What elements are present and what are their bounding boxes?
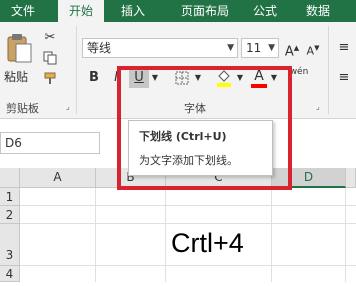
group-divider [76,26,77,114]
ribbon-tab-bar: 文件 开始 插入 页面布局 公式 数据 [0,0,356,22]
clipboard-launcher-icon[interactable]: ⌟ [66,102,70,111]
tab-file[interactable]: 文件 [0,0,46,22]
group-divider [328,26,329,114]
wrap-text-button[interactable]: ≡ [334,38,354,58]
brush-icon [44,72,56,84]
row-header-1[interactable]: 1 [0,188,20,206]
row-gridline [20,205,356,206]
column-gridline [271,188,272,282]
annotation-highlight-box [117,66,292,190]
tab-data[interactable]: 数据 [298,0,338,22]
select-all-corner[interactable] [0,168,20,188]
column-header-a[interactable]: A [20,168,96,188]
row-header-3[interactable]: 3 [0,224,20,266]
column-gridline [345,188,346,282]
clipboard-group-label: 剪贴板 [6,102,39,115]
font-launcher-icon[interactable]: ⌟ [316,102,320,111]
row-gridline [20,265,356,266]
grow-font-button[interactable]: A▲ [284,38,300,59]
row-header-4[interactable]: 4 [0,266,20,282]
chevron-down-icon: ▼ [227,43,234,53]
tab-page-layout[interactable]: 页面布局 [170,0,240,22]
shrink-font-button[interactable]: A▼ [305,38,321,58]
font-size-combo[interactable]: 11 ▼ [241,38,279,58]
copy-icon [43,51,57,65]
column-gridline [165,188,166,282]
paste-button[interactable]: 粘贴 [2,28,36,86]
name-box[interactable]: D6 [0,132,100,154]
format-painter-button[interactable] [40,68,60,88]
row-header-2[interactable]: 2 [0,206,20,224]
column-header-e[interactable] [346,168,356,188]
tab-home[interactable]: 开始 [58,0,104,22]
bold-button[interactable]: B [85,68,103,88]
paste-label: 粘贴 [4,70,29,84]
cut-button[interactable]: ✂ [40,28,60,48]
column-gridline [95,188,96,282]
copy-button[interactable] [40,48,60,68]
row-gridline [20,223,356,224]
font-name-combo[interactable]: 等线 ▼ [82,38,238,58]
chevron-down-icon: ▼ [268,43,275,53]
tab-formulas[interactable]: 公式 [248,0,282,22]
tab-insert[interactable]: 插入 [110,0,156,22]
paste-icon [7,34,32,63]
cell-c3-value[interactable]: Crtl+4 [171,228,244,259]
scissors-icon: ✂ [44,30,56,45]
align-left-button[interactable]: ≡ [334,68,354,88]
